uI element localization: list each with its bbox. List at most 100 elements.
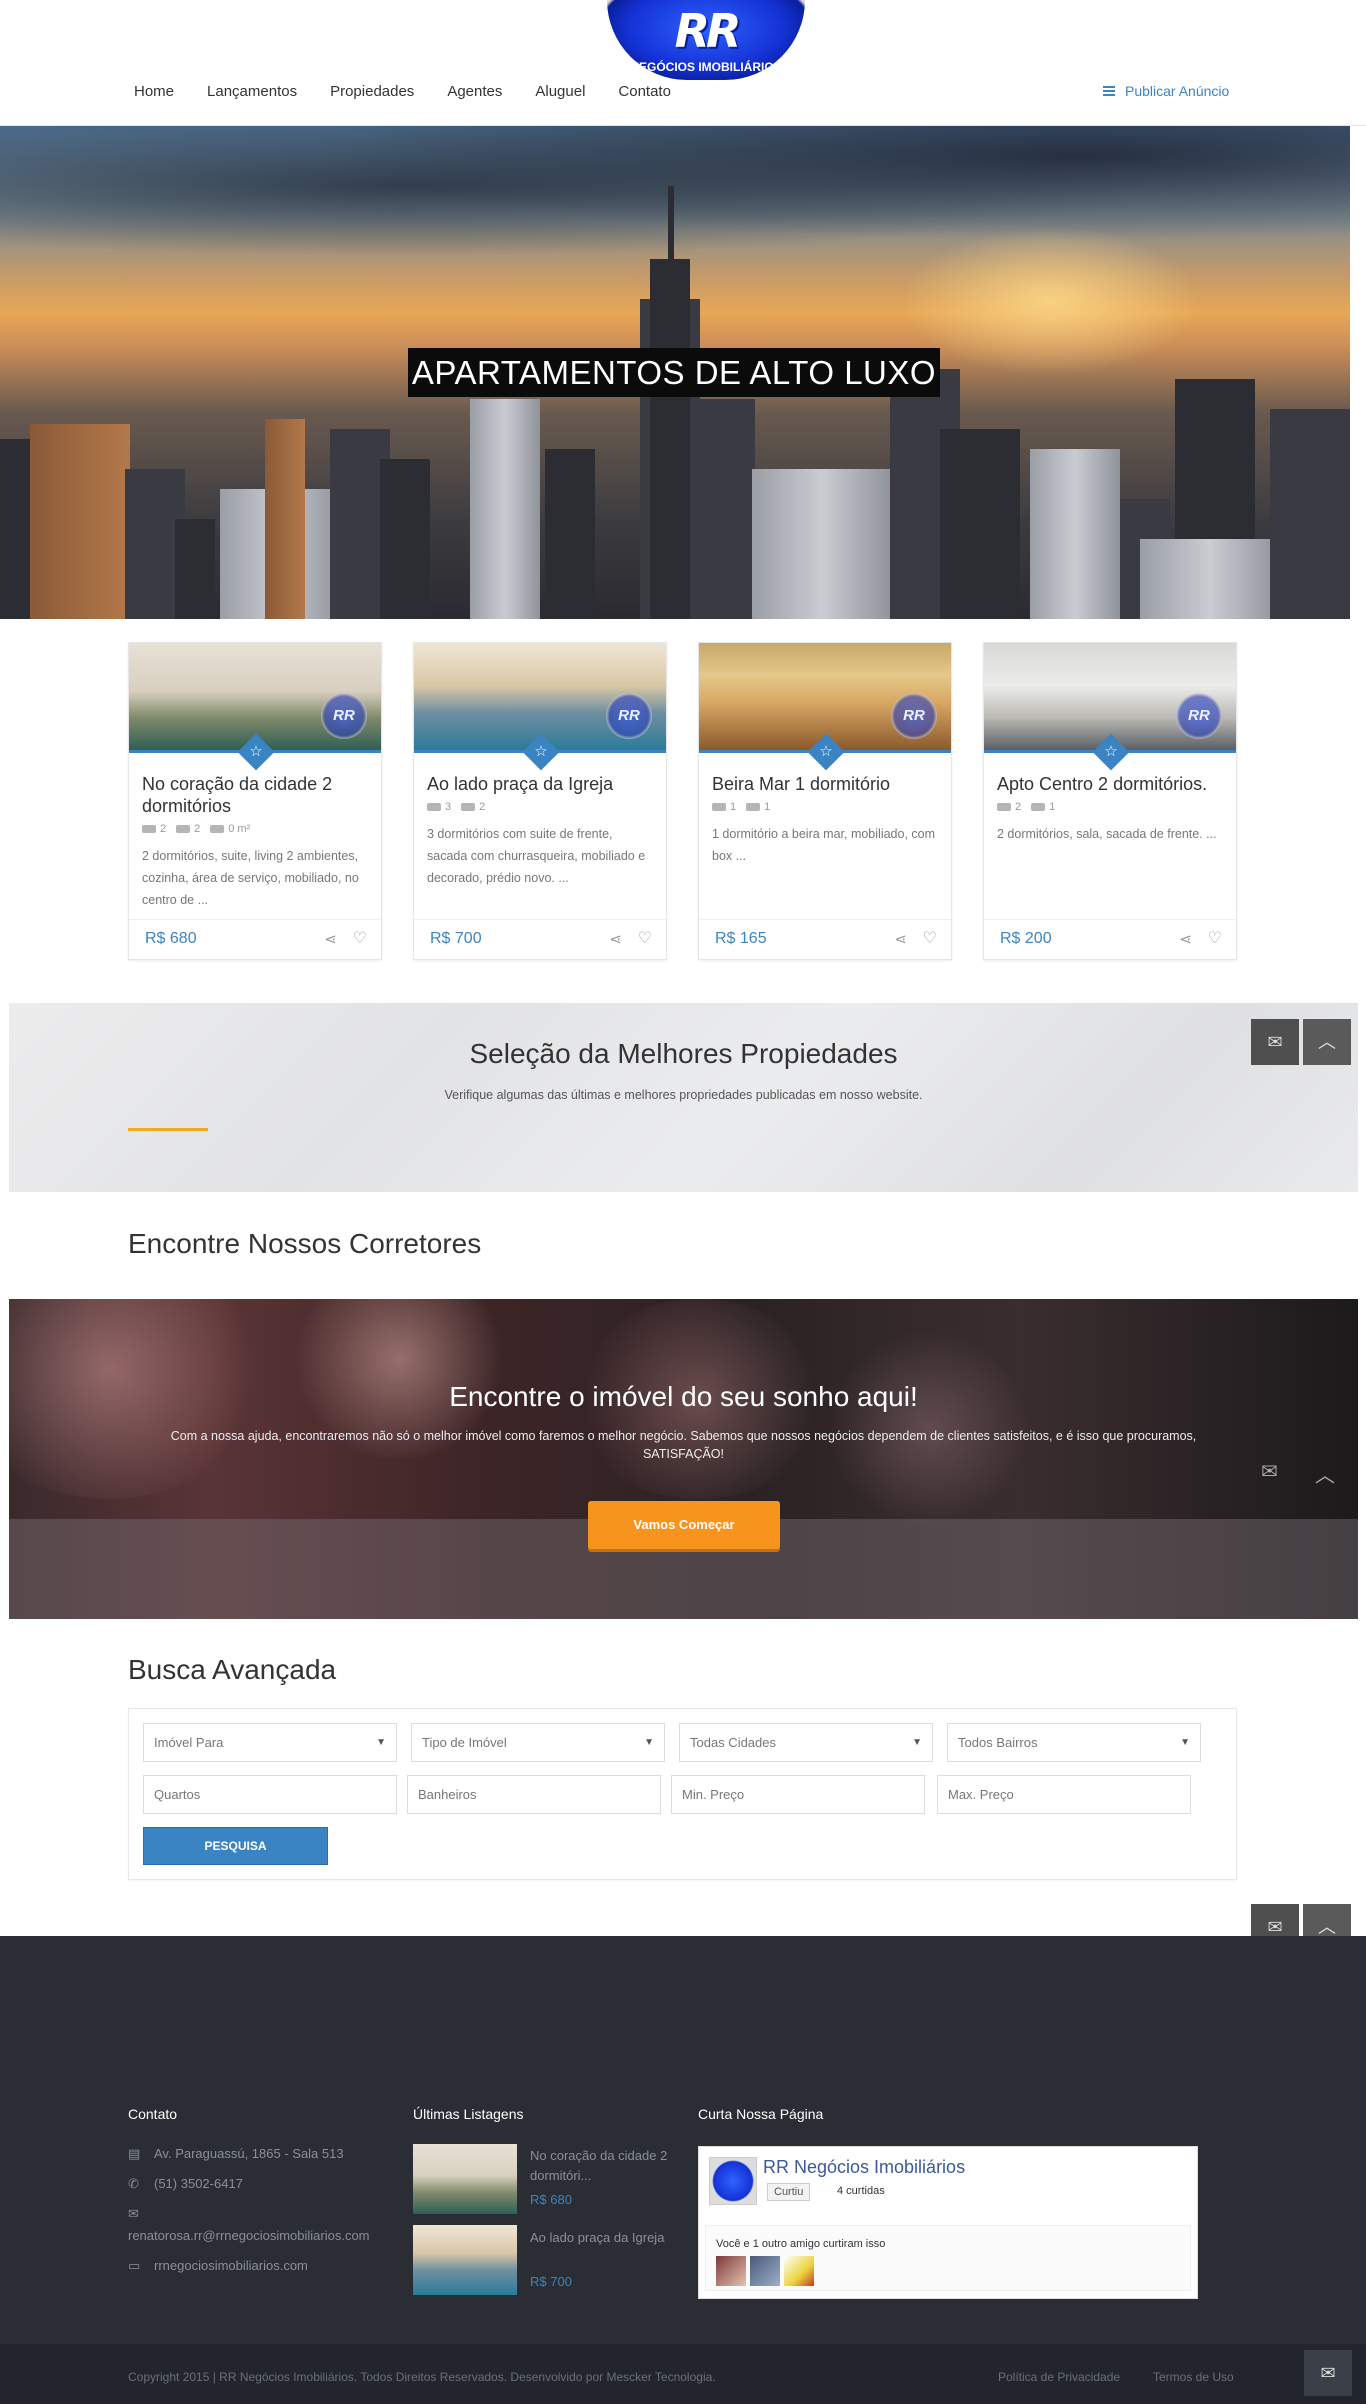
publish-ad-label: Publicar Anúncio xyxy=(1125,83,1230,99)
latest-listing-thumb[interactable] xyxy=(413,2225,517,2295)
publish-ad-link[interactable]: Publicar Anúncio xyxy=(1103,83,1229,99)
favorite-star-icon[interactable]: ☆ xyxy=(807,733,845,771)
email-link[interactable]: renatorosa.rr@rrnegociosimobiliarios.com xyxy=(128,2228,370,2243)
like-count: 4 curtidas xyxy=(837,2185,885,2197)
heart-icon[interactable]: ♡ xyxy=(638,928,652,948)
listing-price: R$ 700 xyxy=(430,930,482,947)
listing-description: 2 dormitórios, suite, living 2 ambientes… xyxy=(142,849,359,907)
nav-launches[interactable]: Lançamentos xyxy=(207,83,297,100)
friend-avatar[interactable] xyxy=(716,2256,746,2286)
friend-avatar[interactable] xyxy=(784,2256,814,2286)
advanced-search-title: Busca Avançada xyxy=(128,1654,337,1685)
listing-title[interactable]: Ao lado praça da Igreja xyxy=(427,773,655,795)
latest-listing-price: R$ 700 xyxy=(530,2274,572,2289)
nav-home[interactable]: Home xyxy=(134,83,174,100)
watermark-logo: RR xyxy=(1176,693,1222,739)
search-button[interactable]: PESQUISA xyxy=(143,1827,328,1865)
listing-title[interactable]: Apto Centro 2 dormitórios. xyxy=(997,773,1225,795)
watermark-logo: RR xyxy=(321,693,367,739)
facebook-heading: Curta Nossa Página xyxy=(698,2106,824,2122)
get-started-button[interactable]: Vamos Começar xyxy=(588,1501,780,1549)
nav-contact[interactable]: Contato xyxy=(618,83,671,100)
beds-count: 3 xyxy=(445,801,452,813)
bath-icon: 1 xyxy=(1031,801,1055,813)
listing-title[interactable]: Beira Mar 1 dormitório xyxy=(712,773,940,795)
page-avatar[interactable] xyxy=(709,2157,757,2205)
envelope-icon: ✉ xyxy=(128,2206,139,2221)
friend-avatar[interactable] xyxy=(750,2256,780,2286)
privacy-link[interactable]: Política de Privacidade xyxy=(998,2370,1120,2384)
latest-heading: Últimas Listagens xyxy=(413,2106,524,2122)
advanced-search-form: Imóvel Para ▼ Tipo de Imóvel ▼ Todas Cidad… xyxy=(128,1708,1237,1880)
bed-icon: 2 xyxy=(142,823,166,835)
hero-sun-glow xyxy=(900,226,1200,376)
mail-icon[interactable]: ✉ xyxy=(1261,1459,1278,1484)
listing-card[interactable]: RR ☆ No coração da cidade 2 dormitórios … xyxy=(128,642,382,960)
purpose-select[interactable]: Imóvel Para ▼ xyxy=(143,1723,397,1762)
city-select[interactable]: Todas Cidades ▼ xyxy=(679,1723,933,1762)
watermark-logo: RR xyxy=(606,693,652,739)
listing-card[interactable]: RR ☆ Ao lado praça da Igreja 3 2 3 dormi… xyxy=(413,642,667,960)
nav-properties[interactable]: Propiedades xyxy=(330,83,414,100)
bed-icon: 3 xyxy=(427,801,451,813)
mail-icon[interactable]: ✉ xyxy=(1251,1019,1299,1065)
mail-icon[interactable]: ✉ xyxy=(1304,2350,1352,2396)
arrow-up-icon[interactable]: ︿ xyxy=(1303,1019,1351,1065)
listing-footer: R$ 680 ⋖ ♡ xyxy=(129,919,381,959)
page-name[interactable]: RR Negócios Imobiliários xyxy=(763,2157,965,2178)
share-icon[interactable]: ⋖ xyxy=(324,930,337,948)
bed-icon: 2 xyxy=(997,801,1021,813)
terms-link[interactable]: Termos de Uso xyxy=(1153,2370,1234,2384)
min-price-input[interactable]: Min. Preço xyxy=(671,1775,925,1814)
listing-card[interactable]: RR ☆ Apto Centro 2 dormitórios. 2 1 2 do… xyxy=(983,642,1237,960)
listing-footer: R$ 700 ⋖ ♡ xyxy=(414,919,666,959)
monitor-icon: ▭ xyxy=(128,2258,141,2273)
neighborhood-select[interactable]: Todos Bairros ▼ xyxy=(947,1723,1201,1762)
nav-agents[interactable]: Agentes xyxy=(447,83,502,100)
favorite-star-icon[interactable]: ☆ xyxy=(522,733,560,771)
watermark-logo: RR xyxy=(891,693,937,739)
share-icon[interactable]: ⋖ xyxy=(1179,930,1192,948)
baths-count: 2 xyxy=(194,823,201,835)
heart-icon[interactable]: ♡ xyxy=(353,928,367,948)
heart-icon[interactable]: ♡ xyxy=(923,928,937,948)
latest-listing-title[interactable]: No coração da cidade 2 dormitóri... xyxy=(530,2146,670,2186)
best-properties-section: Seleção da Melhores Propiedades Verifiqu… xyxy=(9,1003,1358,1192)
area-value: 0 m² xyxy=(228,823,251,835)
building xyxy=(700,399,755,619)
baths-count: 1 xyxy=(1049,801,1056,813)
building-icon: ▤ xyxy=(128,2146,141,2161)
address: ▤ Av. Paraguassú, 1865 - Sala 513 xyxy=(128,2146,344,2162)
select-value: Tipo de Imóvel xyxy=(422,1735,507,1750)
brand-logo[interactable]: RR NEGÓCIOS IMOBILIÁRIOS xyxy=(607,0,805,80)
listing-title[interactable]: No coração da cidade 2 dormitórios xyxy=(142,773,370,817)
bath-icon: 1 xyxy=(746,801,770,813)
favorite-star-icon[interactable]: ☆ xyxy=(237,733,275,771)
building xyxy=(1270,409,1350,619)
heart-icon[interactable]: ♡ xyxy=(1208,928,1222,948)
latest-listing-thumb[interactable] xyxy=(413,2144,517,2214)
bathrooms-input[interactable]: Banheiros xyxy=(407,1775,661,1814)
logo-text: NEGÓCIOS IMOBILIÁRIOS xyxy=(630,60,782,74)
latest-listing-title[interactable]: Ao lado praça da Igreja xyxy=(530,2228,670,2248)
type-select[interactable]: Tipo de Imóvel ▼ xyxy=(411,1723,665,1762)
arrow-up-icon[interactable]: ︿ xyxy=(1315,1459,1335,1488)
listing-meta: 1 1 xyxy=(712,801,770,813)
hero-title: APARTAMENTOS DE ALTO LUXO xyxy=(408,348,940,397)
chevron-down-icon: ▼ xyxy=(376,1737,386,1748)
favorite-star-icon[interactable]: ☆ xyxy=(1092,733,1130,771)
website-link[interactable]: rrnegociosimobiliarios.com xyxy=(154,2258,308,2273)
listing-footer: R$ 200 ⋖ ♡ xyxy=(984,919,1236,959)
listing-card[interactable]: RR ☆ Beira Mar 1 dormitório 1 1 1 dormit… xyxy=(698,642,952,960)
bedrooms-input[interactable]: Quartos xyxy=(143,1775,397,1814)
building xyxy=(752,469,892,619)
contact-heading: Contato xyxy=(128,2106,178,2122)
building xyxy=(175,519,215,619)
share-icon[interactable]: ⋖ xyxy=(609,930,622,948)
max-price-input[interactable]: Max. Preço xyxy=(937,1775,1191,1814)
like-button[interactable]: Curtiu xyxy=(767,2183,811,2201)
nav-rent[interactable]: Aluguel xyxy=(535,83,585,100)
facebook-widget: RR Negócios Imobiliários Curtiu 4 curtid… xyxy=(698,2146,1198,2299)
share-icon[interactable]: ⋖ xyxy=(894,930,907,948)
logo-mark: RR xyxy=(674,4,742,58)
